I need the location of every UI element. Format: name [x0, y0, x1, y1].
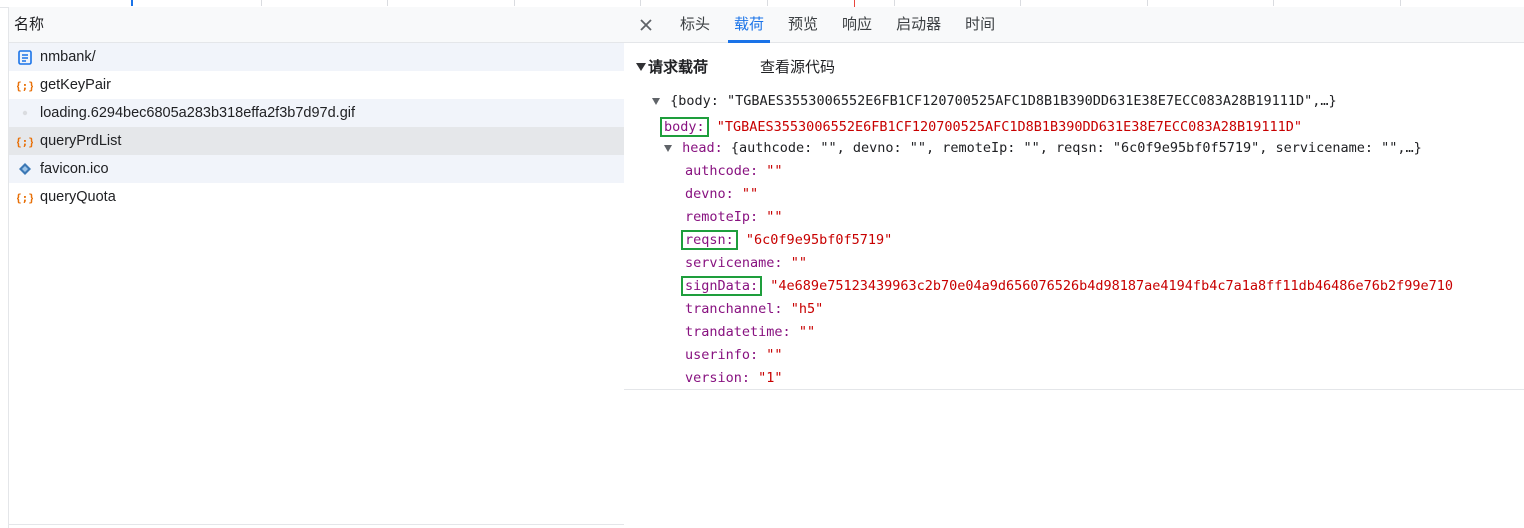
root-object-summary: {body: "TGBAES3553006552E6FB1CF120700525…	[670, 93, 1337, 109]
timeline-tick	[1147, 0, 1148, 6]
payload-section-header[interactable]: 请求载荷	[636, 56, 708, 77]
field-key: version:	[685, 370, 751, 386]
field-value: ""	[766, 347, 783, 363]
field-key: trandatetime:	[685, 324, 791, 340]
timeline-tick	[387, 0, 388, 6]
tab-payload[interactable]: 载荷	[722, 7, 776, 43]
request-payload-section: 请求载荷 查看源代码 {body: "TGBAES3553006552E6FB1…	[624, 43, 1524, 390]
detail-tab-bar: 标头 载荷 预览 响应 启动器 时间	[624, 7, 1524, 43]
head-field-row[interactable]: authcode: ""	[685, 161, 783, 181]
head-field-row[interactable]: userinfo: ""	[685, 345, 783, 365]
request-name: nmbank/	[40, 49, 96, 65]
timeline-tick	[261, 0, 262, 6]
request-row[interactable]: {;} queryPrdList	[9, 127, 624, 155]
field-key: userinfo:	[685, 347, 759, 363]
body-row[interactable]: body: "TGBAES3553006552E6FB1CF120700525A…	[660, 117, 1302, 137]
timeline-tick	[1400, 0, 1401, 6]
request-name: queryQuota	[40, 189, 116, 205]
fetch-icon: {;}	[17, 189, 33, 205]
root-object-row[interactable]: {body: "TGBAES3553006552E6FB1CF120700525…	[652, 91, 1337, 111]
timeline-tick	[1273, 0, 1274, 6]
timeline-tick	[1020, 0, 1021, 6]
head-field-row[interactable]: version: "1"	[685, 368, 783, 388]
request-list-panel: 名称 nmbank/ {;} getKeyPair loading.6294bec68…	[8, 7, 625, 528]
tab-preview[interactable]: 预览	[776, 7, 830, 42]
field-key: devno:	[685, 186, 734, 202]
panel-divider	[9, 524, 624, 528]
timeline-marker	[131, 0, 133, 6]
field-key: tranchannel:	[685, 301, 783, 317]
request-row[interactable]: favicon.ico	[9, 155, 624, 183]
view-source-link[interactable]: 查看源代码	[760, 56, 835, 77]
field-value: "h5"	[790, 301, 824, 317]
field-value: ""	[766, 163, 783, 179]
body-value: "TGBAES3553006552E6FB1CF120700525AFC1D8B…	[716, 119, 1302, 135]
request-row[interactable]: {;} queryQuota	[9, 183, 624, 211]
tab-headers[interactable]: 标头	[668, 7, 722, 42]
field-key: authcode:	[685, 163, 759, 179]
field-value: "4e689e75123439963c2b70e04a9d656076526b4…	[770, 278, 1454, 294]
field-value: ""	[798, 324, 816, 340]
fetch-icon: {;}	[17, 133, 33, 149]
head-field-row[interactable]: signData: "4e689e75123439963c2b70e04a9d6…	[681, 276, 1454, 296]
head-field-row[interactable]: servicename: ""	[685, 253, 807, 273]
field-value: "1"	[758, 370, 783, 386]
payload-section-title: 请求载荷	[648, 59, 709, 76]
timeline-tick	[514, 0, 515, 6]
field-value: ""	[766, 209, 783, 225]
head-field-row[interactable]: tranchannel: "h5"	[685, 299, 823, 319]
head-field-row[interactable]: devno: ""	[685, 184, 758, 204]
favicon-icon	[17, 161, 33, 177]
close-icon[interactable]	[624, 7, 668, 42]
timeline-tick	[640, 0, 641, 6]
field-key: remoteIp:	[685, 209, 759, 225]
field-value: "6c0f9e95bf0f5719"	[745, 232, 893, 248]
expand-triangle-icon[interactable]	[664, 145, 672, 152]
timeline-tick	[767, 0, 768, 6]
request-list: nmbank/ {;} getKeyPair loading.6294bec6805a…	[9, 43, 624, 211]
image-icon	[17, 105, 33, 121]
timeline-tick	[894, 0, 895, 6]
field-value: ""	[741, 186, 759, 202]
head-summary: {authcode: "", devno: "", remoteIp: "", …	[730, 140, 1422, 156]
name-column-header[interactable]: 名称	[9, 7, 624, 43]
request-name: favicon.ico	[40, 161, 109, 177]
head-field-row[interactable]: remoteIp: ""	[685, 207, 783, 227]
tab-initiator[interactable]: 启动器	[884, 7, 953, 42]
svg-text:{;}: {;}	[17, 192, 33, 205]
field-key: servicename:	[685, 255, 783, 271]
fetch-icon: {;}	[17, 77, 33, 93]
request-row[interactable]: nmbank/	[9, 43, 624, 71]
tab-timing[interactable]: 时间	[953, 7, 1007, 42]
head-row[interactable]: head: {authcode: "", devno: "", remoteIp…	[664, 138, 1422, 158]
field-key: reqsn:	[681, 230, 738, 250]
head-field-row[interactable]: reqsn: "6c0f9e95bf0f5719"	[681, 230, 893, 250]
expand-triangle-icon[interactable]	[652, 98, 660, 105]
head-field-row[interactable]: trandatetime: ""	[685, 322, 815, 342]
request-name: loading.6294bec6805a283b318effa2f3b7d97d…	[40, 105, 356, 121]
timeline-marker	[854, 0, 855, 7]
document-icon	[17, 49, 33, 65]
body-key: body:	[660, 117, 709, 137]
head-key: head:	[682, 140, 723, 156]
request-row[interactable]: {;} getKeyPair	[9, 71, 624, 99]
field-key: signData:	[681, 276, 763, 296]
expand-triangle-icon[interactable]	[636, 62, 646, 71]
tab-response[interactable]: 响应	[830, 7, 884, 42]
request-row[interactable]: loading.6294bec6805a283b318effa2f3b7d97d…	[9, 99, 624, 127]
svg-text:{;}: {;}	[17, 136, 33, 149]
request-detail-panel: 标头 载荷 预览 响应 启动器 时间 请求载荷 查看源代码 {body: "TG…	[624, 7, 1524, 528]
field-value: ""	[790, 255, 807, 271]
request-name: queryPrdList	[40, 133, 122, 149]
request-name: getKeyPair	[40, 77, 111, 93]
svg-text:{;}: {;}	[17, 80, 33, 93]
